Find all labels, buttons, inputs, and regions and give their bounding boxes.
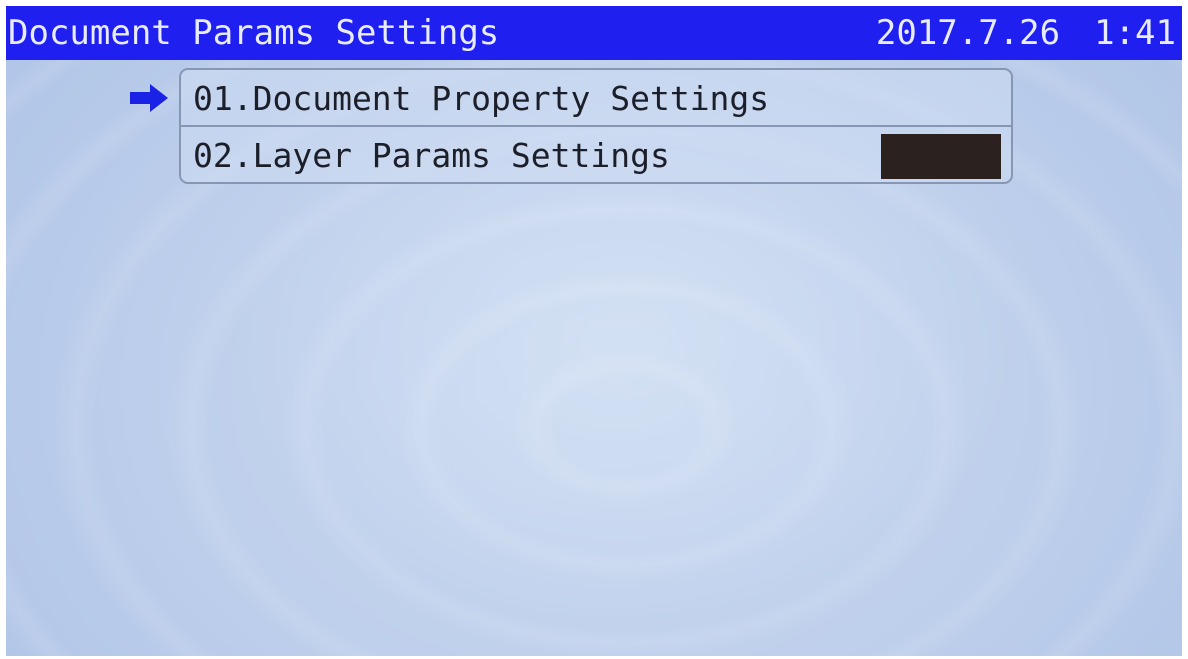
datetime: 2017.7.26 1:41 xyxy=(876,6,1176,60)
value-box xyxy=(881,134,1001,179)
page-title: Document Params Settings xyxy=(8,13,500,53)
menu-item-layer-params[interactable]: 02.Layer Params Settings xyxy=(181,127,1011,184)
menu-item-document-property[interactable]: 01.Document Property Settings xyxy=(181,70,1011,127)
time-label: 1:41 xyxy=(1094,13,1176,53)
title-bar: Document Params Settings 2017.7.26 1:41 xyxy=(6,6,1182,60)
date-label: 2017.7.26 xyxy=(875,13,1061,53)
menu-item-label: 01.Document Property Settings xyxy=(193,79,770,118)
settings-menu: 01.Document Property Settings 02.Layer P… xyxy=(179,68,1013,184)
lcd-screen: Document Params Settings 2017.7.26 1:41 0… xyxy=(6,6,1182,656)
right-arrow-icon xyxy=(130,84,168,112)
menu-item-label: 02.Layer Params Settings xyxy=(193,136,670,175)
